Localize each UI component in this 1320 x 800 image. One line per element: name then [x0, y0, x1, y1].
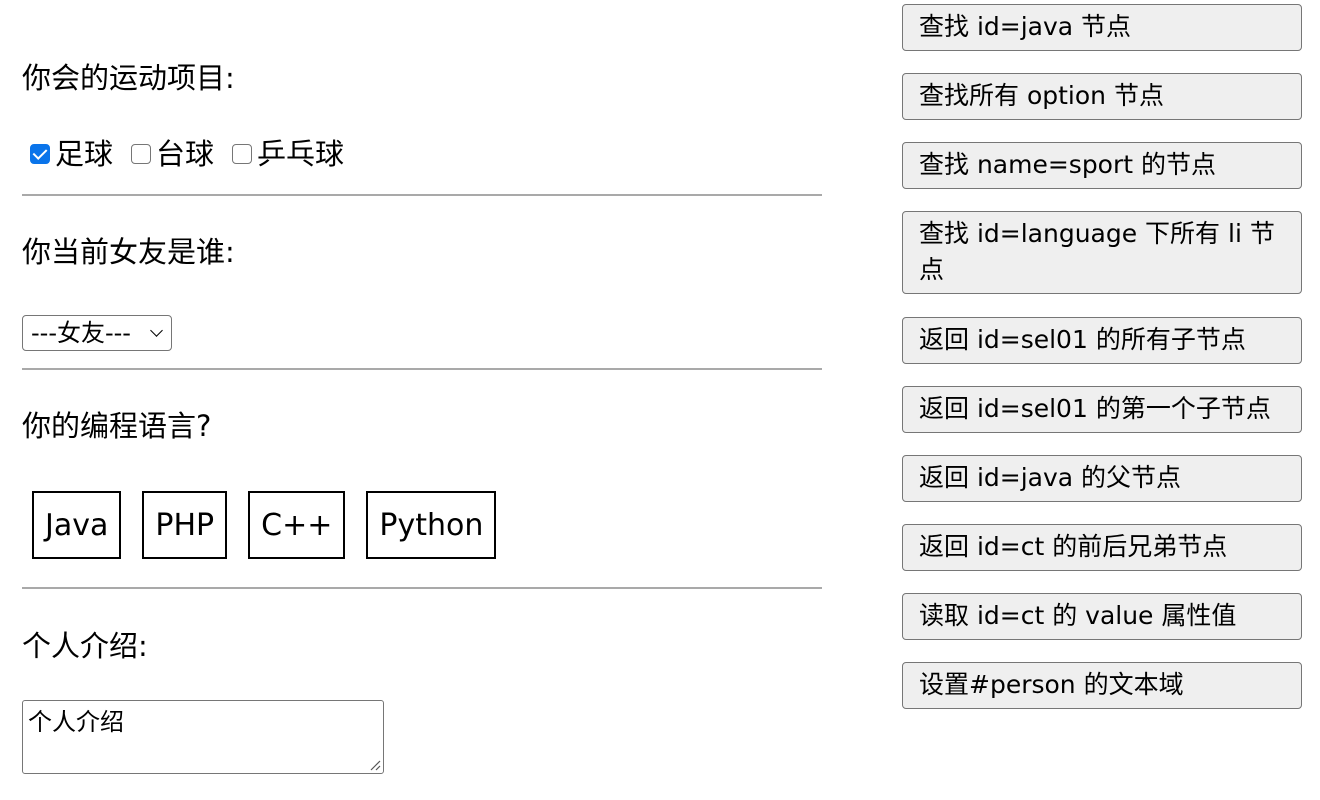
- pingpong-label: 乒乓球: [257, 137, 345, 171]
- read-ct-value-button[interactable]: 读取 id=ct 的 value 属性值: [902, 593, 1302, 640]
- intro-textarea-value: 个人介绍: [28, 708, 124, 736]
- intro-textarea[interactable]: 个人介绍: [22, 700, 384, 774]
- billiards-label: 台球: [156, 137, 215, 171]
- intro-title: 个人介绍:: [22, 629, 148, 663]
- chevron-down-icon: [150, 324, 163, 337]
- sel01-first-child-button[interactable]: 返回 id=sel01 的第一个子节点: [902, 386, 1302, 433]
- ct-siblings-button[interactable]: 返回 id=ct 的前后兄弟节点: [902, 524, 1302, 571]
- girlfriend-select[interactable]: ---女友---: [22, 315, 172, 351]
- sports-options: 足球 台球 乒乓球: [30, 136, 362, 172]
- sports-title: 你会的运动项目:: [22, 61, 235, 95]
- divider-2: [22, 368, 822, 370]
- billiards-checkbox[interactable]: [131, 144, 152, 164]
- sport-option-billiards[interactable]: 台球: [131, 136, 214, 172]
- language-item-java[interactable]: Java: [32, 491, 122, 559]
- language-item-php[interactable]: PHP: [142, 491, 228, 559]
- sport-option-pingpong[interactable]: 乒乓球: [232, 136, 344, 172]
- language-title: 你的编程语言?: [22, 409, 212, 443]
- find-name-sport-button[interactable]: 查找 name=sport 的节点: [902, 142, 1302, 189]
- girlfriend-title: 你当前女友是谁:: [22, 235, 235, 269]
- find-language-li-button[interactable]: 查找 id=language 下所有 li 节点: [902, 211, 1302, 294]
- resize-grip-icon[interactable]: [369, 759, 381, 771]
- divider-1: [22, 194, 822, 196]
- language-item-cpp[interactable]: C++: [248, 491, 346, 559]
- find-all-options-button[interactable]: 查找所有 option 节点: [902, 73, 1302, 120]
- language-item-python[interactable]: Python: [366, 491, 497, 559]
- football-checkbox[interactable]: [30, 144, 50, 164]
- girlfriend-select-value: ---女友---: [31, 319, 131, 347]
- divider-3: [22, 587, 822, 589]
- pingpong-checkbox[interactable]: [232, 144, 253, 164]
- set-person-textarea-button[interactable]: 设置#person 的文本域: [902, 662, 1302, 709]
- language-list: Java PHP C++ Python: [32, 491, 517, 559]
- sel01-children-button[interactable]: 返回 id=sel01 的所有子节点: [902, 317, 1302, 364]
- java-parent-button[interactable]: 返回 id=java 的父节点: [902, 455, 1302, 502]
- find-java-button[interactable]: 查找 id=java 节点: [902, 4, 1302, 51]
- football-label: 足球: [55, 137, 114, 171]
- sport-option-football[interactable]: 足球: [30, 136, 113, 172]
